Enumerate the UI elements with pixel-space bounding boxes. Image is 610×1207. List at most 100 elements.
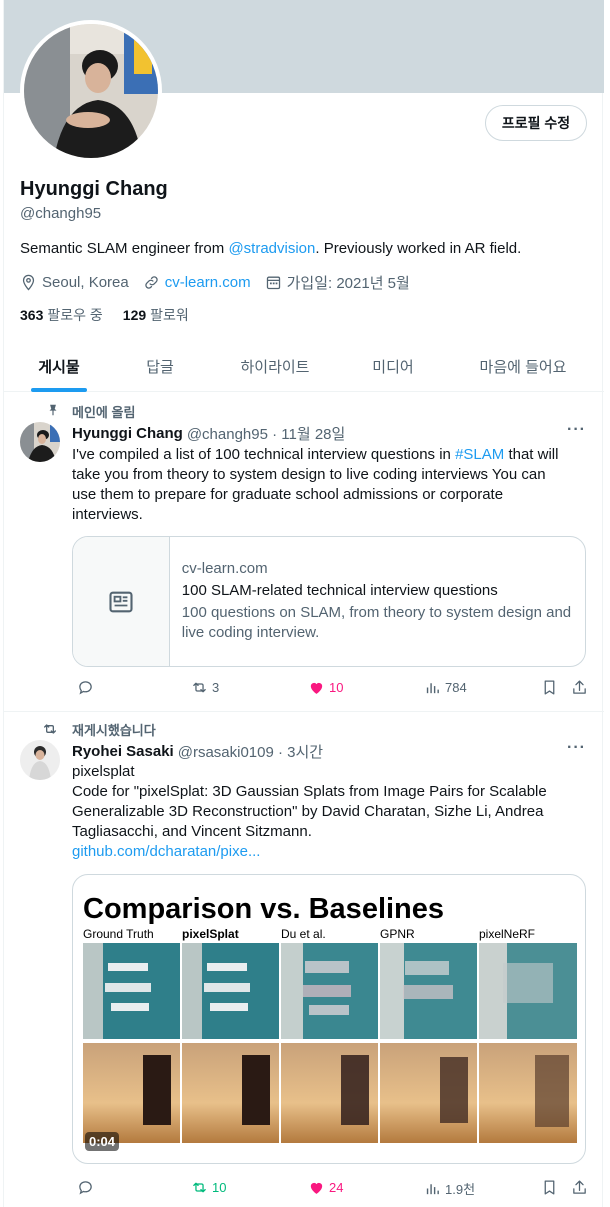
views-icon [426,1184,439,1195]
post-meta: @changh95 · 11월 28일 [186,426,346,443]
like-button[interactable]: 24 [308,1179,343,1196]
post-meta: @rsasaki0109 · 3시간 [177,744,324,761]
video-duration: 0:04 [85,1132,120,1151]
github-link[interactable]: github.com/dcharatan/pixe... [72,842,572,862]
post-author[interactable]: Ryohei Sasaki [72,743,174,760]
profile-meta: Seoul, Korea cv-learn.com 가입일: 2021년 5월 [20,272,424,293]
link-icon [145,276,158,289]
post-title-line: pixelsplat [72,763,135,780]
heart-icon [310,1182,323,1194]
card-thumbnail [73,537,170,666]
bookmark-button[interactable] [541,1179,562,1196]
repost-context-icon [44,724,56,734]
profile-name: Hyunggi Chang [20,178,168,200]
column-label: Du et al. [281,927,326,941]
share-icon [573,1180,586,1194]
card-title: 100 SLAM-related technical interview que… [181,582,498,599]
post-actions: 3 10 784 [72,679,588,699]
post-text: I've compiled a list of 100 technical in… [72,445,572,525]
hashtag-link[interactable]: #SLAM [455,446,504,463]
post-body: Code for "pixelSplat: 3D Gaussian Splats… [72,783,547,840]
share-icon [573,680,586,694]
profile-joined: 가입일: 2021년 5월 [265,272,410,293]
repost-count: 3 [212,680,220,695]
edit-profile-button[interactable]: 프로필 수정 [485,105,587,141]
location-pin-icon [22,274,35,291]
repost-icon [193,1182,206,1193]
followers-link[interactable]: 129 팔로워 [123,305,189,325]
tab-replies[interactable]: 답글 [114,340,206,392]
column-label: pixelSplat [182,927,239,941]
like-button[interactable]: 10 [308,679,343,696]
reply-button[interactable] [77,679,98,696]
followers-label: 팔로워 [150,307,189,323]
post-avatar[interactable] [20,740,60,780]
card-body: cv-learn.com 100 SLAM-related technical … [170,537,585,666]
bio-text-suffix: . Previously worked in AR field. [315,240,522,257]
view-count: 784 [445,680,467,695]
post-author[interactable]: Hyunggi Chang [72,425,183,442]
tab-likes[interactable]: 마음에 들어요 [442,340,604,392]
like-count: 24 [329,1180,344,1195]
following-count: 363 [20,307,44,323]
repost-icon [193,682,206,693]
following-label: 팔로우 중 [47,307,103,323]
post-avatar[interactable] [20,422,60,462]
card-description: 100 questions on SLAM, from theory to sy… [181,604,572,641]
bookmark-button[interactable] [541,679,562,696]
share-button[interactable] [571,1179,592,1196]
repost-button[interactable]: 3 [191,679,219,696]
media-title: Comparison vs. Baselines [83,893,445,925]
heart-icon [310,682,323,694]
like-count: 10 [329,680,344,695]
more-options-icon[interactable]: ··· [567,739,586,757]
tab-posts[interactable]: 게시물 [4,340,114,392]
joined-text: 가입일: 2021년 5월 [286,275,410,292]
views-icon [426,683,439,694]
post-header: Ryohei Sasaki @rsasaki0109 · 3시간 [72,741,323,762]
repost-count: 10 [212,1180,227,1195]
reply-icon [79,1181,92,1195]
profile-handle: @changh95 [20,205,102,222]
reply-button[interactable] [77,1179,98,1196]
repost-button[interactable]: 10 [191,1179,226,1196]
post-text-a: I've compiled a list of 100 technical in… [72,446,456,463]
more-options-icon[interactable]: ··· [567,421,586,439]
post-text: pixelsplat Code for "pixelSplat: 3D Gaus… [72,762,572,862]
followers-count: 129 [122,307,147,323]
share-button[interactable] [571,679,592,696]
profile-avatar[interactable] [20,20,162,162]
profile-website[interactable]: cv-learn.com [143,274,251,291]
post-header: Hyunggi Chang @changh95 · 11월 28일 [72,423,345,444]
profile-bio: Semantic SLAM engineer from @stradvision… [20,240,521,257]
reply-icon [79,681,92,695]
location-text: Seoul, Korea [42,274,129,291]
profile-tabs: 게시물 답글 하이라이트 미디어 마음에 들어요 [4,340,604,392]
pinned-label: 메인에 올림 [72,405,136,420]
calendar-icon [266,276,280,290]
bio-mention-link[interactable]: @stradvision [228,240,315,257]
link-card[interactable]: cv-learn.com 100 SLAM-related technical … [72,536,586,667]
video-media[interactable]: Comparison vs. Baselines Ground Truth pi… [72,874,586,1164]
follow-stats: 363 팔로우 중 129 팔로워 [20,305,209,325]
views-button[interactable]: 1.9천 [424,1179,475,1198]
view-count: 1.9천 [445,1182,476,1197]
views-button[interactable]: 784 [424,679,467,696]
card-domain: cv-learn.com [181,560,268,577]
column-label: GPNR [380,927,415,941]
following-link[interactable]: 363 팔로우 중 [20,305,103,325]
bookmark-icon [544,680,555,695]
post-actions: 10 24 1.9천 [72,1179,588,1199]
repost-label: 재게시했습니다 [72,723,156,738]
bookmark-icon [544,1180,555,1195]
profile-location: Seoul, Korea [20,274,129,291]
bio-text-prefix: Semantic SLAM engineer from [20,240,229,257]
article-icon [109,591,133,612]
column-label: pixelNeRF [479,927,536,941]
post-repost[interactable]: 재게시했습니다 Ryohei Sasaki @rsasaki0109 · 3시간… [4,713,604,1207]
tab-media[interactable]: 미디어 [344,340,442,392]
post-pinned[interactable]: 메인에 올림 Hyunggi Chang @changh95 · 11월 28일… [4,393,604,712]
tab-highlights[interactable]: 하이라이트 [206,340,344,392]
pin-icon [49,404,57,416]
website-link[interactable]: cv-learn.com [165,274,251,291]
